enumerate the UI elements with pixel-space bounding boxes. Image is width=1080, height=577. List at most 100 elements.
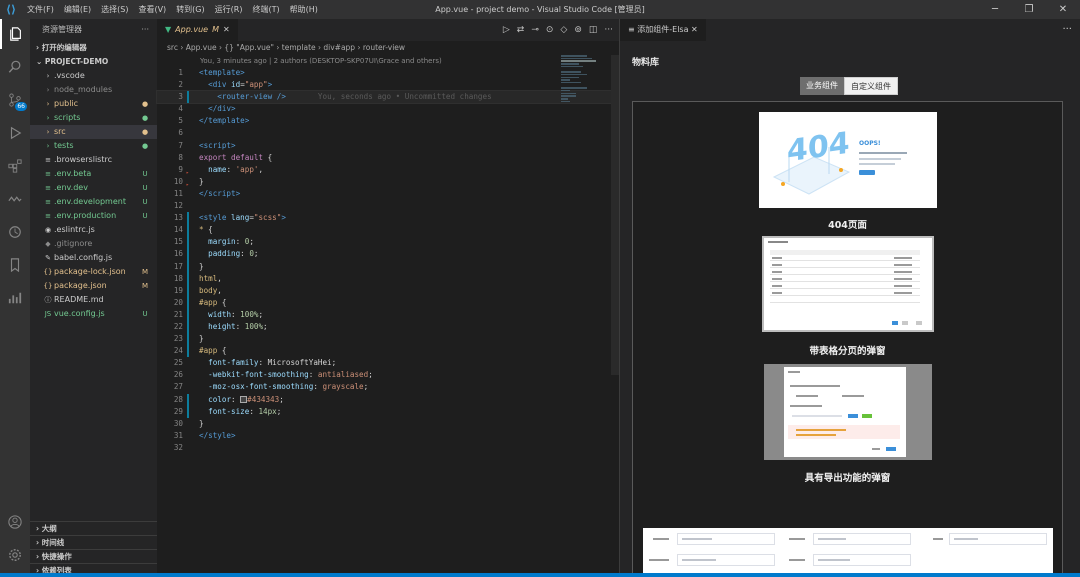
close-tab-icon[interactable]: ✕ (691, 25, 698, 34)
menu-terminal[interactable]: 终端(T) (247, 0, 284, 19)
file-tree-item[interactable]: {} package.json M (30, 279, 157, 293)
tab-label: App.vue (175, 25, 209, 34)
line-number: 27 (173, 382, 183, 392)
editor-more-icon[interactable]: ··· (604, 25, 613, 35)
remote-icon[interactable] (0, 184, 30, 214)
code-editor[interactable]: 1 <template> 2 <div id="app"> 3 <router-v… (156, 67, 620, 454)
menu-edit[interactable]: 编辑(E) (59, 0, 96, 19)
line-number: 25 (173, 358, 183, 368)
charts-icon[interactable] (0, 283, 30, 313)
breadcrumb[interactable]: src › App.vue › {} "App.vue" › template … (157, 41, 619, 55)
file-tree-item[interactable]: ≡ .env.production U (30, 209, 157, 223)
search-icon[interactable] (0, 52, 30, 82)
menu-go[interactable]: 转到(G) (171, 0, 209, 19)
card-label-export-dialog: 具有导出功能的弹窗 (804, 473, 891, 484)
menu-view[interactable]: 查看(V) (133, 0, 171, 19)
previous-change-icon[interactable]: ⊙ (546, 25, 554, 35)
quick-actions-section[interactable]: › 快捷操作 (30, 549, 157, 563)
close-window-button[interactable]: ✕ (1046, 0, 1080, 19)
git-commit-icon[interactable]: ⊸ (531, 25, 539, 35)
component-card-404[interactable]: 404 OOPS! (759, 112, 937, 208)
file-tree-item[interactable]: › src ● (30, 125, 157, 139)
explorer-more-button[interactable]: ··· (141, 19, 149, 41)
git-status-badge: ● (141, 142, 149, 150)
file-tree-item[interactable]: {} package-lock.json M (30, 265, 157, 279)
file-tree-item[interactable]: ◆ .gitignore (30, 237, 157, 251)
account-icon[interactable] (0, 507, 30, 537)
split-editor-icon[interactable]: ◫ (589, 25, 598, 35)
git-status-badge: U (142, 310, 148, 318)
git-blame-lens[interactable]: You, 3 minutes ago | 2 authors (DESKTOP-… (157, 55, 619, 67)
tab-app-vue[interactable]: ▼ App.vue M ✕ (157, 19, 238, 41)
bookmark-icon[interactable] (0, 250, 30, 280)
files-icon[interactable] (0, 19, 30, 49)
outline-label: 大纲 (41, 524, 57, 533)
timeline-icon[interactable] (0, 217, 30, 247)
material-list[interactable]: 404 OOPS! 404页面 带表格分页的弹窗 具有导出功能的弹窗 (632, 101, 1063, 577)
file-tree-item[interactable]: ≡ .env.development U (30, 195, 157, 209)
file-name: .vscode (54, 71, 85, 80)
line-number: 14 (173, 225, 183, 235)
tab-modified-badge: M (212, 25, 219, 34)
file-tree-item[interactable]: › .vscode (30, 69, 157, 83)
file-tree-item[interactable]: › public ● (30, 97, 157, 111)
open-editors-section[interactable]: › 打开的编辑器 (30, 41, 157, 55)
tab-elsa[interactable]: ≡ 添加组件-Elsa ✕ (620, 19, 706, 41)
run-icon[interactable]: ▷ (503, 25, 510, 35)
file-tree-item[interactable]: ◉ .eslintrc.js (30, 223, 157, 237)
git-status-badge: M (141, 268, 149, 276)
file-tree-item[interactable]: ≡ .env.dev U (30, 181, 157, 195)
run-debug-icon[interactable] (0, 118, 30, 148)
menu-run[interactable]: 运行(R) (210, 0, 248, 19)
minimize-button[interactable]: ─ (978, 0, 1012, 19)
editor-scrollbar[interactable] (611, 55, 619, 375)
component-card-export-dialog[interactable] (764, 364, 932, 460)
outline-section[interactable]: › 大纲 (30, 521, 157, 535)
menu-selection[interactable]: 选择(S) (96, 0, 133, 19)
git-status-badge: M (141, 282, 149, 290)
vue-file-icon: ▼ (165, 25, 172, 34)
minimap[interactable] (561, 55, 605, 115)
line-number: 29 (173, 406, 183, 416)
source-control-icon[interactable]: 66 (0, 85, 30, 115)
line-number: 3 (178, 92, 183, 102)
close-tab-icon[interactable]: ✕ (223, 19, 230, 41)
line-number: 1 (178, 68, 183, 77)
line-number: 9 (178, 164, 183, 174)
maximize-button[interactable]: ❐ (1012, 0, 1046, 19)
line-number: 17 (173, 261, 183, 271)
open-changes-icon[interactable]: ⊚ (574, 25, 582, 35)
title-bar: ⟨⟩ 文件(F) 编辑(E) 选择(S) 查看(V) 转到(G) 运行(R) 终… (0, 0, 1080, 19)
file-tree-item[interactable]: ≡ .browserslistrc (30, 153, 157, 167)
file-name: src (54, 127, 66, 136)
settings-icon[interactable] (0, 540, 30, 570)
file-tree-item[interactable]: JS vue.config.js U (30, 307, 157, 321)
file-tree-item[interactable]: › tests ● (30, 139, 157, 153)
git-status-badge: ● (141, 128, 149, 136)
file-name: scripts (54, 113, 81, 122)
menu-file[interactable]: 文件(F) (22, 0, 59, 19)
project-section[interactable]: ⌄ PROJECT-DEMO (30, 55, 157, 69)
extensions-icon[interactable] (0, 151, 30, 181)
card-label-404: 404页面 (828, 220, 867, 231)
menu-help[interactable]: 帮助(H) (285, 0, 323, 19)
preview-icon: ≡ (628, 25, 638, 34)
file-name: package.json (54, 281, 107, 290)
file-name: .env.production (54, 211, 117, 220)
line-number: 20 (173, 297, 183, 307)
next-change-icon[interactable]: ◇ (560, 25, 567, 35)
file-tree-item[interactable]: ✎ babel.config.js (30, 251, 157, 265)
file-tree-item[interactable]: › scripts ● (30, 111, 157, 125)
component-card-search-form[interactable] (643, 528, 1053, 577)
open-editors-label: 打开的编辑器 (41, 43, 87, 52)
component-card-table-dialog[interactable] (762, 236, 934, 332)
timeline-section[interactable]: › 时间线 (30, 535, 157, 549)
panel-more-button[interactable]: ··· (1062, 19, 1072, 41)
scm-badge: 66 (15, 102, 27, 111)
compare-icon[interactable]: ⇄ (517, 25, 525, 35)
file-tree-item[interactable]: ⓘ README.md (30, 293, 157, 307)
tab-custom-components[interactable]: 自定义组件 (844, 77, 898, 95)
file-tree-item[interactable]: ≡ .env.beta U (30, 167, 157, 181)
tab-business-components[interactable]: 业务组件 (800, 77, 844, 95)
file-tree-item[interactable]: › node_modules (30, 83, 157, 97)
